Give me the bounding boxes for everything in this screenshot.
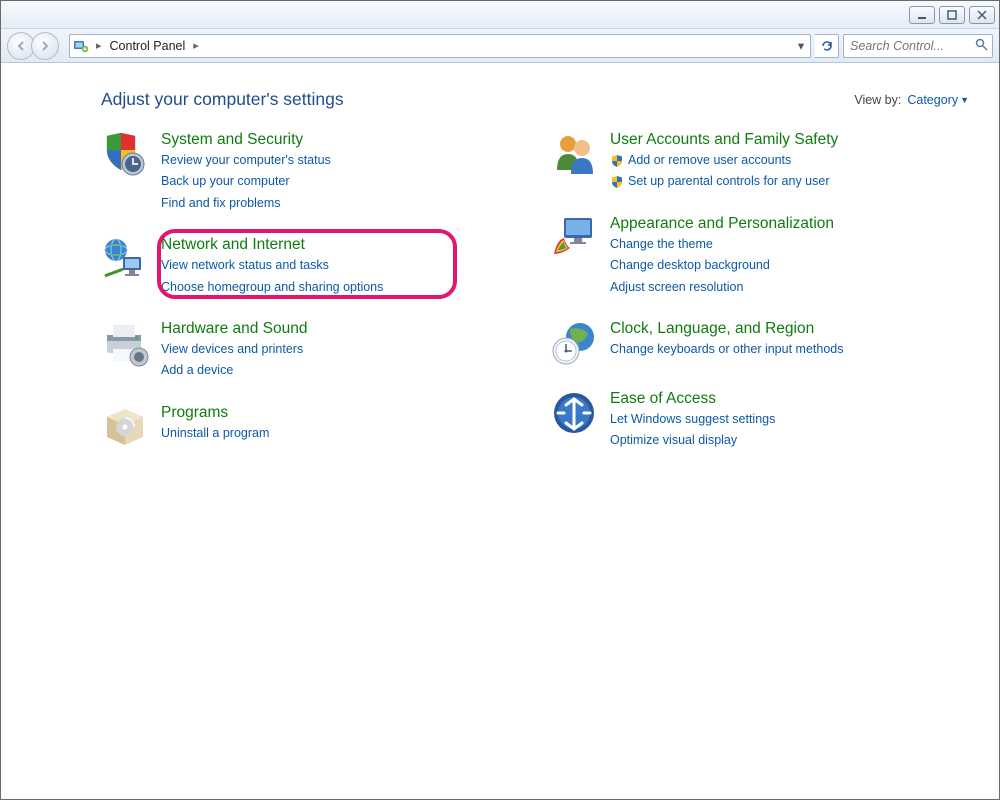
category-title[interactable]: Clock, Language, and Region (610, 320, 843, 338)
category-columns: System and Security Review your computer… (101, 130, 969, 451)
navigation-bar: ▸ Control Panel ▸ ▾ (1, 29, 999, 63)
view-by-dropdown[interactable]: Category ▼ (907, 93, 969, 107)
page-title: Adjust your computer's settings (101, 89, 344, 110)
address-dropdown-icon[interactable]: ▾ (794, 36, 808, 56)
category-title[interactable]: Appearance and Personalization (610, 215, 834, 233)
breadcrumb-separator-icon[interactable]: ▸ (191, 39, 201, 52)
printer-icon (101, 319, 149, 367)
category-system-and-security: System and Security Review your computer… (101, 130, 520, 213)
category-link[interactable]: Set up parental controls for any user (610, 172, 838, 191)
category-title[interactable]: Hardware and Sound (161, 320, 308, 338)
forward-button[interactable] (31, 32, 59, 60)
window: ▸ Control Panel ▸ ▾ Adjust your computer… (0, 0, 1000, 800)
category-user-accounts: User Accounts and Family Safety Add or r… (550, 130, 969, 192)
category-title[interactable]: Network and Internet (161, 236, 383, 254)
clock-globe-icon (550, 319, 598, 367)
category-link[interactable]: Find and fix problems (161, 194, 331, 213)
category-link[interactable]: Change keyboards or other input methods (610, 340, 843, 359)
category-title[interactable]: Ease of Access (610, 390, 775, 408)
left-column: System and Security Review your computer… (101, 130, 520, 451)
category-clock-language-region: Clock, Language, and Region Change keybo… (550, 319, 969, 367)
category-link[interactable]: Add a device (161, 361, 308, 380)
category-link[interactable]: Let Windows suggest settings (610, 410, 775, 429)
category-link[interactable]: Adjust screen resolution (610, 278, 834, 297)
right-column: User Accounts and Family Safety Add or r… (550, 130, 969, 451)
category-ease-of-access: Ease of Access Let Windows suggest setti… (550, 389, 969, 451)
uac-shield-icon (610, 154, 624, 168)
programs-icon (101, 403, 149, 451)
minimize-button[interactable] (909, 6, 935, 24)
category-link-text: Set up parental controls for any user (628, 172, 830, 191)
category-link[interactable]: Add or remove user accounts (610, 151, 838, 170)
category-link[interactable]: Back up your computer (161, 172, 331, 191)
content-area: Adjust your computer's settings View by:… (1, 63, 999, 799)
view-by: View by: Category ▼ (854, 93, 969, 107)
category-link[interactable]: Change the theme (610, 235, 834, 254)
address-bar[interactable]: ▸ Control Panel ▸ ▾ (69, 34, 811, 58)
view-by-value: Category (907, 93, 958, 107)
nav-back-forward (7, 32, 59, 60)
category-appearance: Appearance and Personalization Change th… (550, 214, 969, 297)
category-network-and-internet: Network and Internet View network status… (101, 235, 520, 297)
category-title[interactable]: Programs (161, 404, 269, 422)
category-link[interactable]: View devices and printers (161, 340, 308, 359)
users-icon (550, 130, 598, 178)
appearance-icon (550, 214, 598, 262)
category-link[interactable]: View network status and tasks (161, 256, 383, 275)
category-link[interactable]: Choose homegroup and sharing options (161, 278, 383, 297)
refresh-button[interactable] (815, 34, 839, 58)
breadcrumb-separator-icon[interactable]: ▸ (94, 39, 104, 52)
category-programs: Programs Uninstall a program (101, 403, 520, 451)
category-link[interactable]: Change desktop background (610, 256, 834, 275)
search-box[interactable] (843, 34, 993, 58)
ease-of-access-icon (550, 389, 598, 437)
category-link[interactable]: Review your computer's status (161, 151, 331, 170)
category-title[interactable]: User Accounts and Family Safety (610, 131, 838, 149)
uac-shield-icon (610, 175, 624, 189)
category-link[interactable]: Optimize visual display (610, 431, 775, 450)
shield-icon (101, 130, 149, 178)
content-header: Adjust your computer's settings View by:… (101, 89, 969, 110)
search-icon[interactable] (975, 38, 988, 54)
category-hardware-and-sound: Hardware and Sound View devices and prin… (101, 319, 520, 381)
category-title[interactable]: System and Security (161, 131, 331, 149)
breadcrumb-control-panel[interactable]: Control Panel (108, 39, 188, 53)
title-bar (1, 1, 999, 29)
category-link[interactable]: Uninstall a program (161, 424, 269, 443)
chevron-down-icon: ▼ (960, 95, 969, 105)
category-link-text: Add or remove user accounts (628, 151, 791, 170)
control-panel-icon (72, 37, 90, 55)
view-by-label: View by: (854, 93, 901, 107)
network-icon (101, 235, 149, 283)
close-button[interactable] (969, 6, 995, 24)
search-input[interactable] (848, 38, 975, 54)
maximize-button[interactable] (939, 6, 965, 24)
